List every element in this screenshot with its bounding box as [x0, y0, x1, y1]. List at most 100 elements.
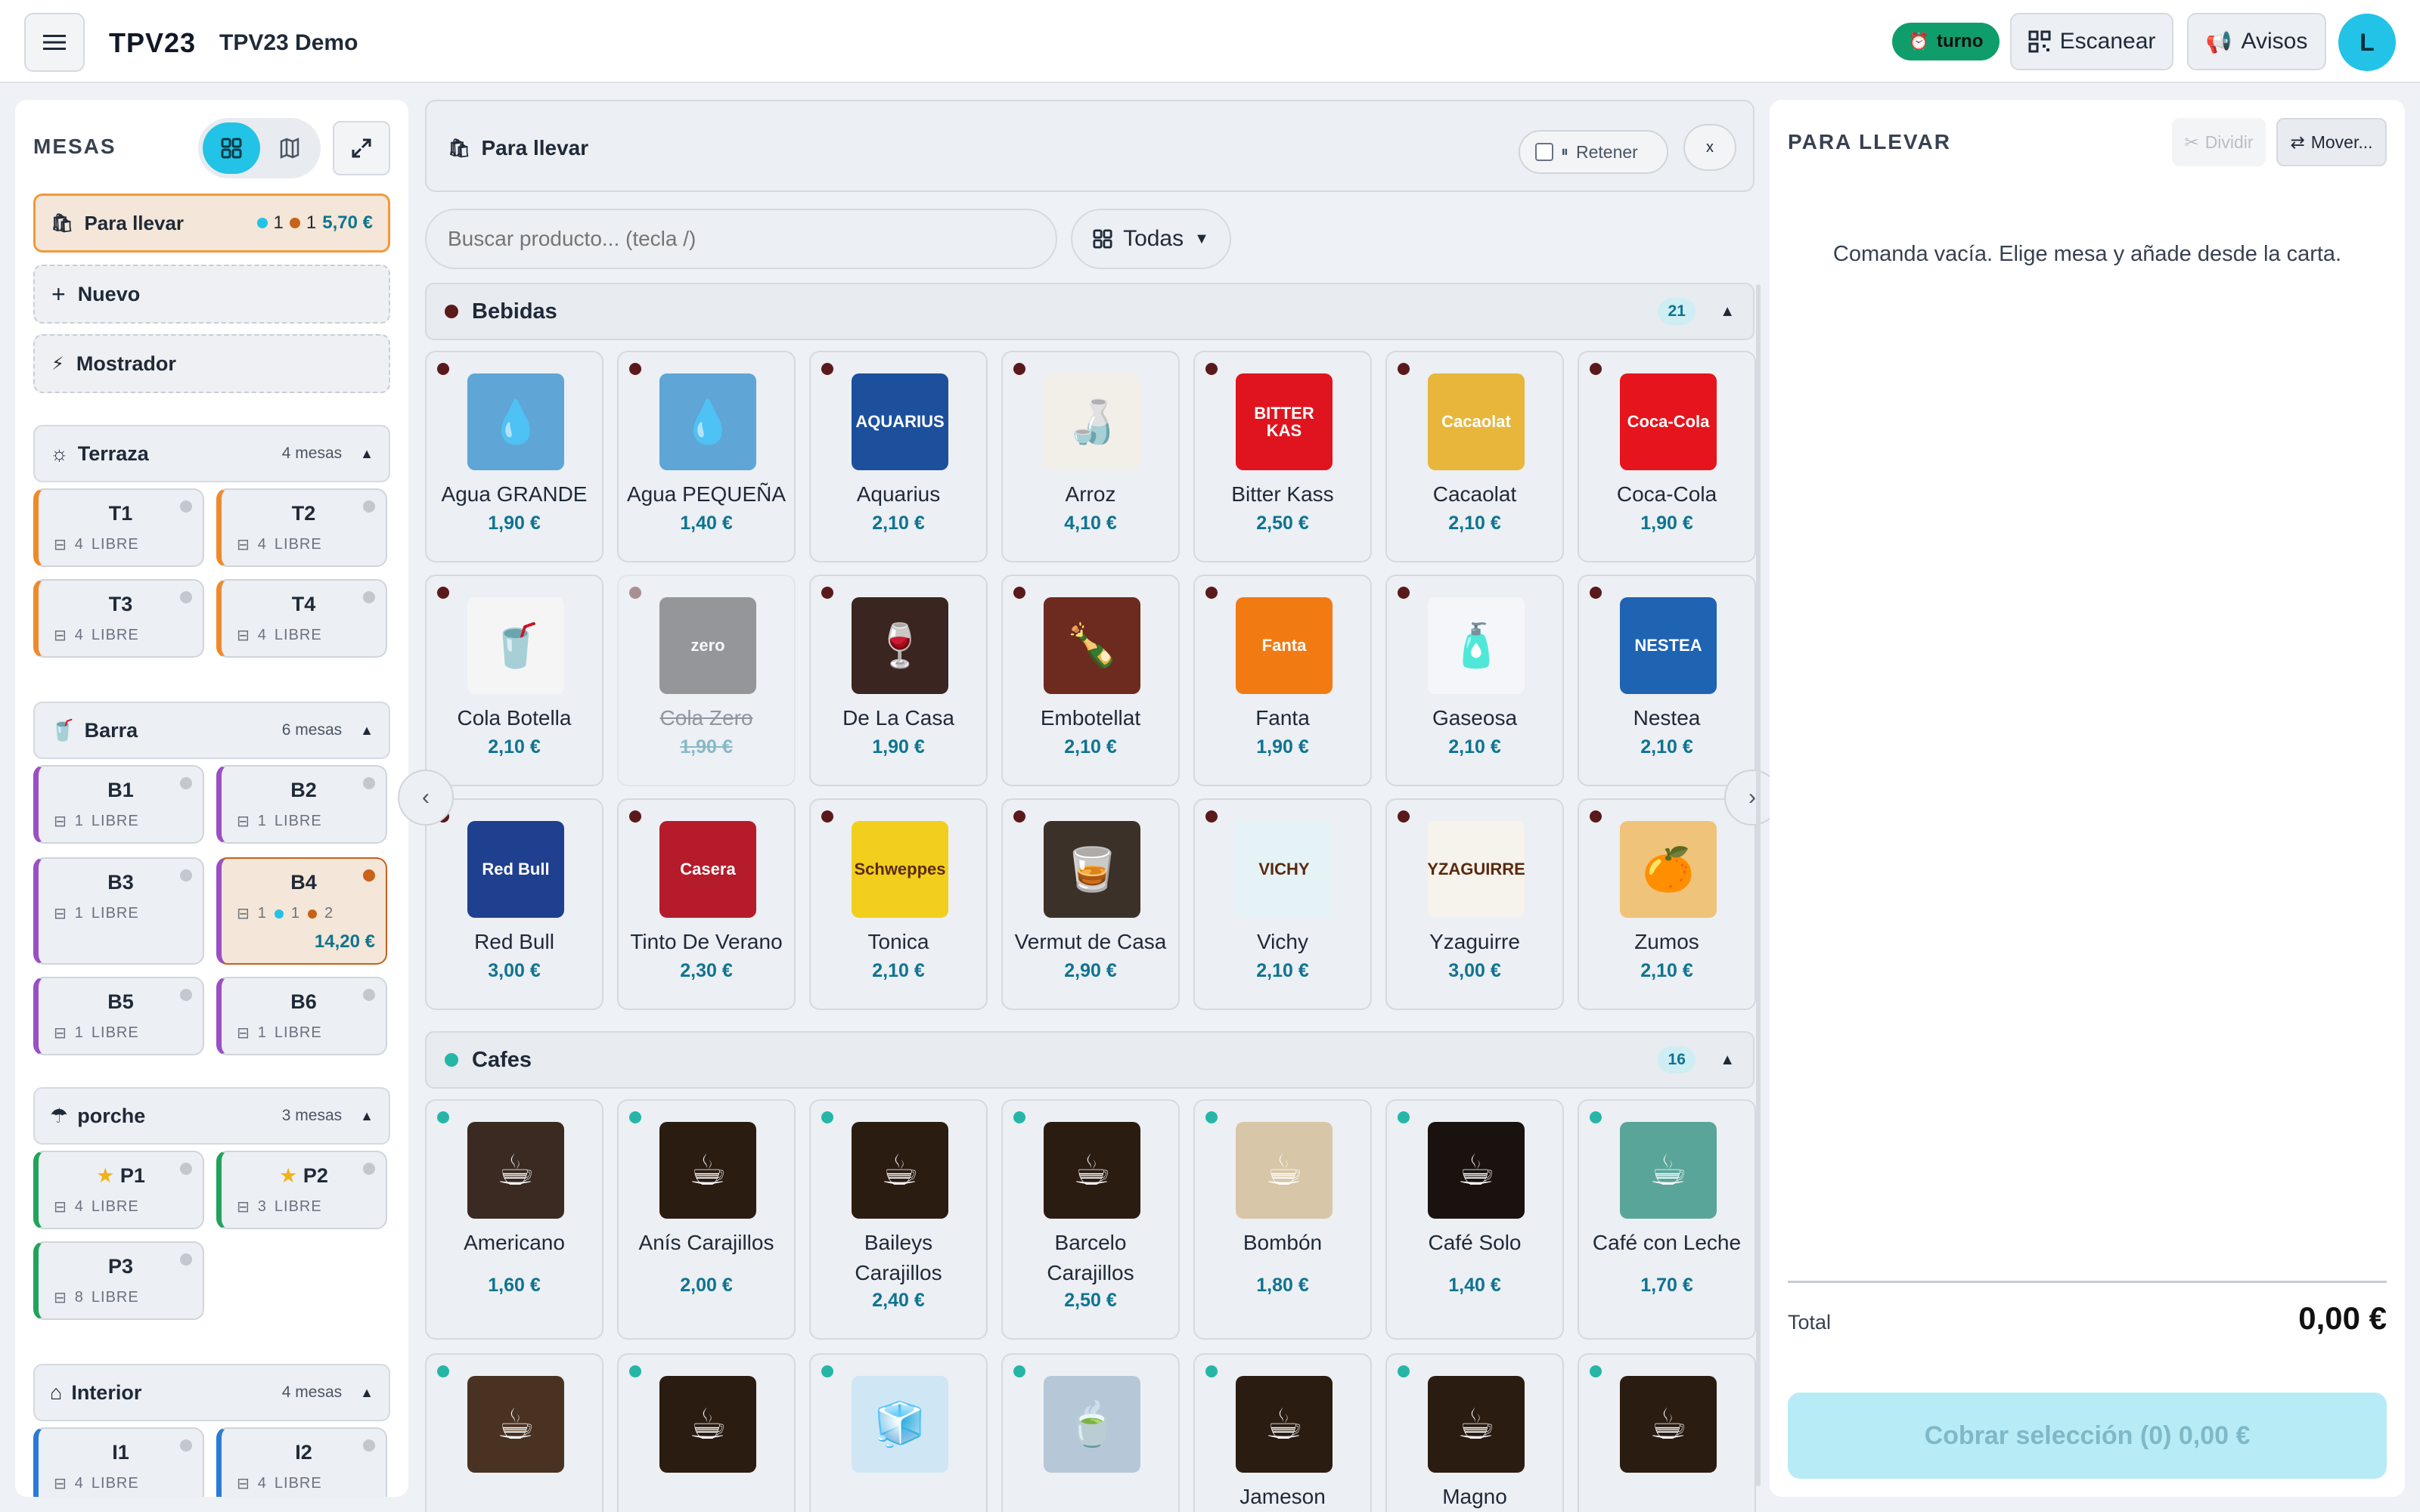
table-card-i1[interactable]: I1 ⊟ 4 LIBRE	[33, 1427, 204, 1497]
product-card[interactable]: ☕ Jameson	[1193, 1353, 1372, 1512]
table-name: ★ P2	[222, 1164, 386, 1188]
table-card-i2[interactable]: I2 ⊟ 4 LIBRE	[216, 1427, 387, 1497]
table-card-p1[interactable]: ★ P1 ⊟ 4 LIBRE	[33, 1151, 204, 1229]
product-card[interactable]: 💧 Agua PEQUEÑA 1,40 €	[617, 351, 796, 562]
product-card[interactable]: ☕ Magno	[1385, 1353, 1564, 1512]
expand-button[interactable]	[333, 121, 390, 175]
product-card[interactable]: VICHY Vichy 2,10 €	[1193, 798, 1372, 1010]
product-price: 3,00 €	[1448, 960, 1501, 981]
table-card-b5[interactable]: B5 ⊟ 1 LIBRE	[33, 977, 204, 1055]
zone-name: Terraza	[77, 442, 149, 465]
zone-count: 6 mesas	[281, 721, 343, 739]
zone-header-barra[interactable]: 🥤 Barra 6 mesas ▲	[33, 702, 390, 759]
para-llevar-row[interactable]: 🛍 Para llevar 1 1 5,70 €	[33, 194, 390, 253]
user-avatar[interactable]: L	[2338, 14, 2396, 71]
prev-page-button[interactable]: ‹	[398, 770, 454, 826]
product-image-label: ☕	[1072, 1145, 1112, 1194]
retener-checkbox[interactable]	[1535, 143, 1553, 161]
product-card[interactable]: ☕ Café con Leche 1,70 €	[1578, 1099, 1756, 1340]
megaphone-icon: 📢	[2205, 29, 2232, 54]
product-card[interactable]: 🍊 Zumos 2,10 €	[1578, 798, 1756, 1010]
product-card[interactable]: AQUARIUS Aquarius 2,10 €	[809, 351, 988, 562]
product-card[interactable]: Cacaolat Cacaolat 2,10 €	[1385, 351, 1564, 562]
product-name: Cola Botella	[457, 706, 572, 730]
grid-view-button[interactable]	[203, 122, 260, 174]
category-header-bebidas[interactable]: Bebidas 21 ▲	[425, 283, 1754, 340]
table-card-t3[interactable]: T3 ⊟ 4 LIBRE	[33, 579, 204, 658]
table-status: ⊟ 4 LIBRE	[54, 626, 139, 645]
product-card[interactable]: 💧 Agua GRANDE 1,90 €	[425, 351, 603, 562]
product-card[interactable]: ☕	[617, 1353, 796, 1512]
zone-header-terraza[interactable]: ☼ Terraza 4 mesas ▲	[33, 425, 390, 482]
zone-header-porche[interactable]: ☂ porche 3 mesas ▲	[33, 1087, 390, 1145]
product-card[interactable]: 🍷 De La Casa 1,90 €	[809, 575, 988, 786]
product-card[interactable]: 🧴 Gaseosa 2,10 €	[1385, 575, 1564, 786]
retener-toggle[interactable]: ⏸ Retener	[1519, 130, 1668, 174]
product-name: Anís Carajillos	[638, 1231, 774, 1254]
product-image-label: ☕	[496, 1145, 535, 1194]
table-card-b6[interactable]: B6 ⊟ 1 LIBRE	[216, 977, 387, 1055]
category-dot-icon	[1398, 587, 1410, 599]
zone-header-interior[interactable]: ⌂ Interior 4 mesas ▲	[33, 1364, 390, 1421]
product-card[interactable]: YZAGUIRRE Yzaguirre 3,00 €	[1385, 798, 1564, 1010]
product-card[interactable]: ☕ Barcelo Carajillos 2,50 €	[1001, 1099, 1180, 1340]
product-price: 1,90 €	[872, 736, 925, 758]
product-card[interactable]: 🍵	[1001, 1353, 1180, 1512]
catalog-scrollbar[interactable]	[1756, 284, 1761, 1486]
product-card[interactable]: 🥃 Vermut de Casa 2,90 €	[1001, 798, 1180, 1010]
product-card[interactable]: ☕ Anís Carajillos 2,00 €	[617, 1099, 796, 1340]
bolt-icon: ⚡	[51, 353, 64, 374]
table-card-p3[interactable]: P3 ⊟ 8 LIBRE	[33, 1241, 204, 1320]
menu-button[interactable]	[24, 13, 85, 72]
status-dot-icon	[180, 591, 192, 603]
table-card-t1[interactable]: T1 ⊟ 4 LIBRE	[33, 488, 204, 567]
product-search-input[interactable]	[425, 209, 1057, 269]
table-card-b2[interactable]: B2 ⊟ 1 LIBRE	[216, 765, 387, 844]
table-seats: 1	[257, 905, 267, 922]
alerts-button[interactable]: 📢 Avisos	[2187, 13, 2326, 70]
category-dot-icon	[1398, 1365, 1410, 1377]
turno-badge[interactable]: ⏰ turno	[1892, 23, 2000, 60]
product-card[interactable]: ☕	[1578, 1353, 1756, 1512]
product-card[interactable]: Schweppes Tonica 2,10 €	[809, 798, 988, 1010]
table-card-p2[interactable]: ★ P2 ⊟ 3 LIBRE	[216, 1151, 387, 1229]
product-card[interactable]: ☕ Bombón 1,80 €	[1193, 1099, 1372, 1340]
scan-button[interactable]: Escanear	[2010, 13, 2173, 70]
scan-label: Escanear	[2059, 29, 2156, 54]
table-card-b3[interactable]: B3 ⊟ 1 LIBRE	[33, 857, 204, 965]
product-card[interactable]: zero Cola Zero 1,90 €	[617, 575, 796, 786]
product-card[interactable]: 🍾 Embotellat 2,10 €	[1001, 575, 1180, 786]
product-card[interactable]: ☕	[425, 1353, 603, 1512]
product-card[interactable]: Red Bull Red Bull 3,00 €	[425, 798, 603, 1010]
category-header-cafes[interactable]: Cafes 16 ▲	[425, 1031, 1754, 1089]
product-card[interactable]: 🧊	[809, 1353, 988, 1512]
table-card-t4[interactable]: T4 ⊟ 4 LIBRE	[216, 579, 387, 658]
table-status: ⊟ 8 LIBRE	[54, 1288, 139, 1307]
product-card[interactable]: BITTER KAS Bitter Kass 2,50 €	[1193, 351, 1372, 562]
product-card[interactable]: ☕ Café Solo 1,40 €	[1385, 1099, 1564, 1340]
table-card-b1[interactable]: B1 ⊟ 1 LIBRE	[33, 765, 204, 844]
charge-button[interactable]: Cobrar selección (0) 0,00 €	[1788, 1393, 2387, 1479]
table-card-b4[interactable]: B4 ⊟ 1 1 2 14,20 €	[216, 857, 387, 965]
category-dot-icon	[1205, 1365, 1218, 1377]
table-card-t2[interactable]: T2 ⊟ 4 LIBRE	[216, 488, 387, 567]
product-price: 1,70 €	[1640, 1275, 1693, 1296]
product-card[interactable]: NESTEA Nestea 2,10 €	[1578, 575, 1756, 786]
category-select[interactable]: Todas ▼	[1071, 209, 1231, 269]
map-view-button[interactable]	[263, 122, 316, 174]
product-card[interactable]: Coca-Cola Coca-Cola 1,90 €	[1578, 351, 1756, 562]
close-order-button[interactable]: x	[1683, 124, 1736, 171]
product-card[interactable]: ☕ Americano 1,60 €	[425, 1099, 603, 1340]
counter-button[interactable]: ⚡ Mostrador	[33, 334, 390, 393]
product-card[interactable]: Casera Tinto De Verano 2,30 €	[617, 798, 796, 1010]
move-button[interactable]: ⇄ Mover...	[2276, 118, 2387, 166]
product-card[interactable]: ☕ Baileys Carajillos 2,40 €	[809, 1099, 988, 1340]
product-image-label: 🍶	[1066, 397, 1118, 445]
map-icon	[280, 138, 299, 159]
product-card[interactable]: 🍶 Arroz 4,10 €	[1001, 351, 1180, 562]
split-button[interactable]: ✂ Dividir	[2172, 118, 2266, 166]
product-card[interactable]: Fanta Fanta 1,90 €	[1193, 575, 1372, 786]
product-price: 1,80 €	[1256, 1275, 1309, 1296]
product-card[interactable]: 🥤 Cola Botella 2,10 €	[425, 575, 603, 786]
new-order-button[interactable]: + Nuevo	[33, 265, 390, 324]
